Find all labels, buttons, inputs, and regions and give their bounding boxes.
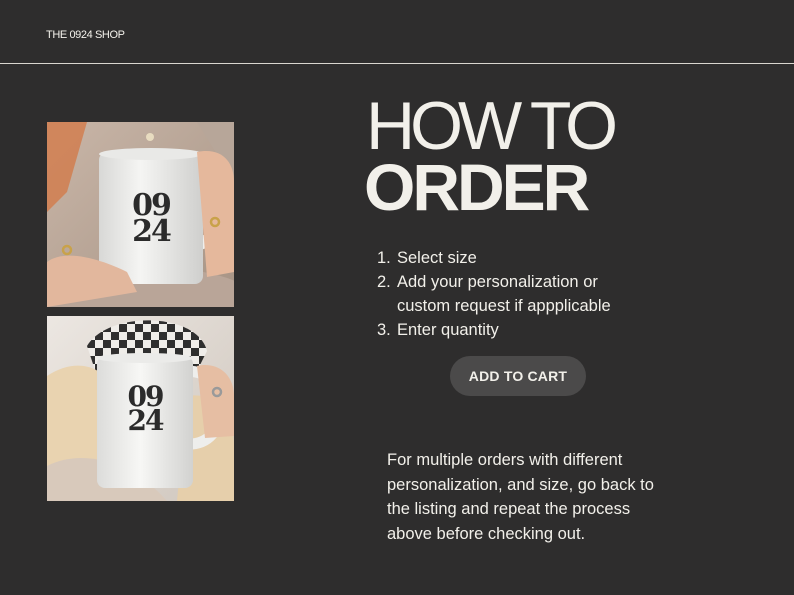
mug-logo-bottom: 24 bbox=[132, 214, 171, 249]
step-text: Select size bbox=[397, 249, 477, 267]
page-title-line2: ORDER bbox=[364, 150, 590, 224]
mug-logo-bottom: 24 bbox=[128, 404, 164, 437]
add-to-cart-button[interactable]: ADD TO CART bbox=[450, 356, 586, 396]
step-number: 1. bbox=[377, 249, 391, 267]
step-number: 2. bbox=[377, 273, 391, 291]
step-text: Enter quantity bbox=[397, 321, 499, 339]
multiple-orders-note: For multiple orders with different perso… bbox=[387, 451, 654, 543]
step-number bbox=[377, 294, 397, 318]
mug-photo-woman: 09 24 bbox=[47, 316, 234, 501]
order-steps: 1. Select size 2. Add your personalizati… bbox=[377, 246, 677, 342]
step-item: custom request if appplicable bbox=[377, 294, 677, 318]
mug-photo-hands: 09 24 bbox=[47, 122, 234, 307]
step-item: 3. Enter quantity bbox=[377, 318, 677, 342]
step-item: 2. Add your personalization or bbox=[377, 270, 677, 294]
step-text: Add your personalization or bbox=[397, 273, 598, 291]
header-divider bbox=[0, 63, 794, 64]
step-number: 3. bbox=[377, 321, 391, 339]
step-text: custom request if appplicable bbox=[397, 297, 611, 315]
step-item: 1. Select size bbox=[377, 246, 677, 270]
shop-name[interactable]: THE 0924 SHOP bbox=[46, 29, 125, 41]
